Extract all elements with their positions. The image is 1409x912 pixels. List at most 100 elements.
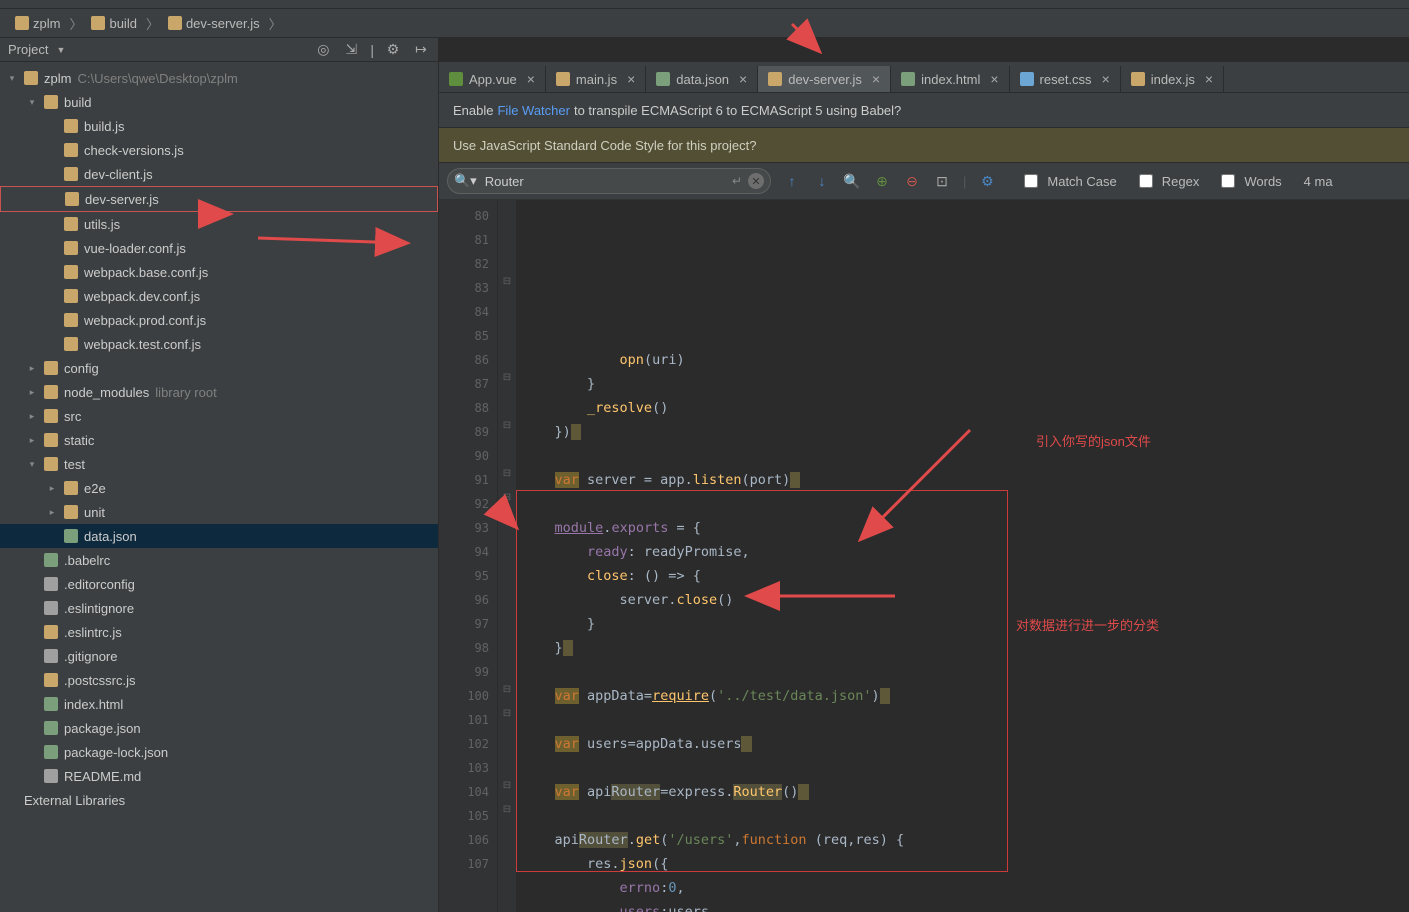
tree-item[interactable]: check-versions.js xyxy=(0,138,438,162)
fold-marker[interactable] xyxy=(498,228,516,252)
tree-item[interactable]: ▾test xyxy=(0,452,438,476)
code-line[interactable]: var appData=require('../test/data.json') xyxy=(522,684,1409,708)
tree-item[interactable]: ▸node_modules library root xyxy=(0,380,438,404)
code-line[interactable]: ready: readyPromise, xyxy=(522,540,1409,564)
fold-marker[interactable] xyxy=(498,516,516,540)
tree-twisty-icon[interactable]: ▸ xyxy=(26,411,38,422)
code-line[interactable] xyxy=(522,492,1409,516)
tree-item[interactable]: webpack.prod.conf.js xyxy=(0,308,438,332)
find-input[interactable] xyxy=(483,173,726,190)
hide-icon[interactable]: ↦ xyxy=(412,41,430,59)
tree-item[interactable]: build.js xyxy=(0,114,438,138)
tree-item[interactable]: webpack.test.conf.js xyxy=(0,332,438,356)
fold-marker[interactable] xyxy=(498,252,516,276)
code-line[interactable] xyxy=(522,804,1409,828)
tree-item[interactable]: package-lock.json xyxy=(0,740,438,764)
tree-item[interactable]: index.html xyxy=(0,692,438,716)
fold-marker[interactable] xyxy=(498,588,516,612)
close-icon[interactable]: × xyxy=(739,71,747,87)
clear-search-icon[interactable]: ✕ xyxy=(748,173,764,189)
code-line[interactable]: var users=appData.users xyxy=(522,732,1409,756)
fold-marker[interactable] xyxy=(498,660,516,684)
code-line[interactable] xyxy=(522,444,1409,468)
code-line[interactable]: users:users xyxy=(522,900,1409,912)
tree-item[interactable]: ▾build xyxy=(0,90,438,114)
search-icon[interactable]: 🔍▾ xyxy=(454,173,477,189)
tree-item[interactable]: webpack.base.conf.js xyxy=(0,260,438,284)
code-style-banner[interactable]: Use JavaScript Standard Code Style for t… xyxy=(439,128,1409,163)
regex-checkbox[interactable] xyxy=(1139,174,1153,188)
words-checkbox[interactable] xyxy=(1221,174,1235,188)
tree-item[interactable]: package.json xyxy=(0,716,438,740)
project-label[interactable]: Project xyxy=(8,42,48,57)
project-tree[interactable]: ▾zplm C:\Users\qwe\Desktop\zplm▾buildbui… xyxy=(0,62,439,912)
words-option[interactable]: Words xyxy=(1217,171,1281,191)
tree-twisty-icon[interactable]: ▸ xyxy=(26,435,38,446)
fold-marker[interactable]: ⊟ xyxy=(498,420,516,444)
tree-item[interactable]: ▸e2e xyxy=(0,476,438,500)
fold-marker[interactable] xyxy=(498,852,516,876)
fold-marker[interactable]: ⊟ xyxy=(498,492,516,516)
editor-tab[interactable]: index.html× xyxy=(891,66,1009,92)
code-line[interactable]: var apiRouter=express.Router() xyxy=(522,780,1409,804)
fold-marker[interactable] xyxy=(498,732,516,756)
code-line[interactable]: close: () => { xyxy=(522,564,1409,588)
fold-marker[interactable]: ⊟ xyxy=(498,780,516,804)
fold-marker[interactable] xyxy=(498,540,516,564)
fold-marker[interactable] xyxy=(498,564,516,588)
tree-twisty-icon[interactable]: ▸ xyxy=(26,363,38,374)
tree-twisty-icon[interactable]: ▸ xyxy=(46,507,58,518)
remove-selection-icon[interactable]: ⊖ xyxy=(903,172,921,190)
tree-item[interactable]: dev-client.js xyxy=(0,162,438,186)
code-line[interactable]: _resolve() xyxy=(522,396,1409,420)
fold-marker[interactable]: ⊟ xyxy=(498,276,516,300)
fold-marker[interactable] xyxy=(498,636,516,660)
editor-tab[interactable]: App.vue× xyxy=(439,66,546,92)
tree-twisty-icon[interactable]: ▾ xyxy=(26,97,38,108)
close-icon[interactable]: × xyxy=(990,71,998,87)
chevron-down-icon[interactable]: ▼ xyxy=(56,45,65,55)
fold-marker[interactable] xyxy=(498,204,516,228)
code-line[interactable]: opn(uri) xyxy=(522,348,1409,372)
tree-item[interactable]: data.json xyxy=(0,524,438,548)
editor-tab[interactable]: reset.css× xyxy=(1010,66,1121,92)
tree-item[interactable]: ▸src xyxy=(0,404,438,428)
add-selection-icon[interactable]: ⊕ xyxy=(873,172,891,190)
tree-item[interactable]: .editorconfig xyxy=(0,572,438,596)
code-content[interactable]: 引入你写的json文件 对数据进行进一步的分类 opn(uri) } _reso… xyxy=(516,200,1409,912)
editor-tab[interactable]: main.js× xyxy=(546,66,646,92)
tree-item[interactable]: .eslintignore xyxy=(0,596,438,620)
tree-item[interactable]: .eslintrc.js xyxy=(0,620,438,644)
fold-marker[interactable] xyxy=(498,348,516,372)
tree-twisty-icon[interactable]: ▸ xyxy=(46,483,58,494)
code-line[interactable]: } xyxy=(522,636,1409,660)
match-case-option[interactable]: Match Case xyxy=(1020,171,1116,191)
code-line[interactable]: res.json({ xyxy=(522,852,1409,876)
target-icon[interactable]: ◎ xyxy=(314,41,332,59)
arrow-up-icon[interactable]: ↑ xyxy=(783,172,801,190)
match-case-checkbox[interactable] xyxy=(1024,174,1038,188)
fold-marker[interactable] xyxy=(498,444,516,468)
code-line[interactable] xyxy=(522,756,1409,780)
tree-item[interactable]: README.md xyxy=(0,764,438,788)
fold-marker[interactable] xyxy=(498,756,516,780)
tree-item[interactable]: ▸static xyxy=(0,428,438,452)
find-all-icon[interactable]: 🔍 xyxy=(843,172,861,190)
collapse-all-icon[interactable]: ⇲ xyxy=(342,41,360,59)
breadcrumb-item[interactable]: build xyxy=(84,15,143,32)
tree-item[interactable]: vue-loader.conf.js xyxy=(0,236,438,260)
fold-marker[interactable] xyxy=(498,396,516,420)
code-line[interactable]: }) xyxy=(522,420,1409,444)
fold-marker[interactable] xyxy=(498,612,516,636)
tree-item[interactable]: External Libraries xyxy=(0,788,438,812)
code-line[interactable] xyxy=(522,660,1409,684)
breadcrumb-item[interactable]: zplm xyxy=(8,15,67,32)
file-watcher-link[interactable]: File Watcher xyxy=(497,103,569,118)
fold-marker[interactable]: ⊟ xyxy=(498,684,516,708)
tree-twisty-icon[interactable]: ▾ xyxy=(26,459,38,470)
code-line[interactable]: server.close() xyxy=(522,588,1409,612)
regex-option[interactable]: Regex xyxy=(1135,171,1200,191)
close-icon[interactable]: × xyxy=(1205,71,1213,87)
tree-item[interactable]: dev-server.js xyxy=(0,186,438,212)
close-icon[interactable]: × xyxy=(627,71,635,87)
